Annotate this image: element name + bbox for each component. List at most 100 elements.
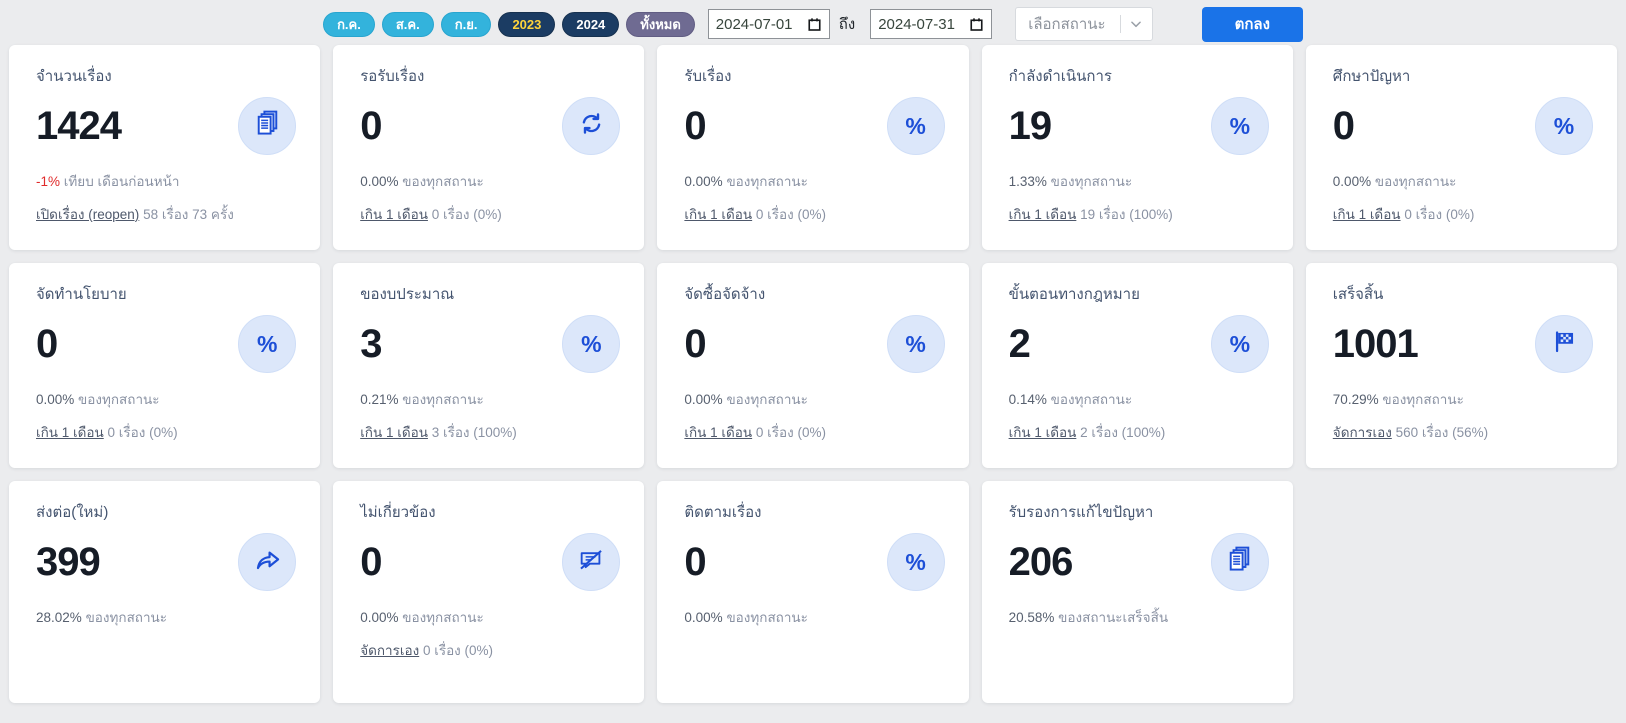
documents-icon	[252, 108, 283, 144]
card-sub-label: ของทุกสถานะ	[85, 610, 168, 625]
card-link-line: เกิน 1 เดือน 19 เรื่อง (100%)	[1009, 203, 1269, 225]
card-sub-label: ของทุกสถานะ	[402, 610, 484, 625]
card-icon-circle: %	[886, 97, 945, 155]
submit-button[interactable]: ตกลง	[1201, 6, 1303, 42]
date-to-input[interactable]: 2024-07-31	[870, 9, 993, 39]
card-value: 0	[36, 322, 58, 366]
card-value: 0	[360, 540, 382, 584]
card-sub-label: ของทุกสถานะ	[1050, 392, 1133, 407]
card-link[interactable]: เกิน 1 เดือน	[360, 425, 428, 440]
percent-icon: %	[1229, 330, 1251, 357]
card-link-line: เปิดเรื่อง (reopen) 58 เรื่อง 73 ครั้ง	[36, 203, 296, 225]
stat-card: รับรองการแก้ไขปัญหา 206 20.58% ของสถานะเ…	[981, 481, 1293, 703]
card-sub-label: ของทุกสถานะ	[1374, 174, 1457, 189]
card-link-line: เกิน 1 เดือน 0 เรื่อง (0%)	[36, 421, 296, 443]
chevron-down-icon	[1129, 17, 1143, 31]
card-subtext-line: 70.29% ของทุกสถานะ	[1333, 388, 1593, 410]
checkered-flag-icon	[1551, 328, 1578, 360]
card-sub-percent: 0.00%	[360, 610, 399, 625]
card-main-row: 0	[360, 97, 621, 155]
card-title: รอรับเรื่อง	[360, 68, 425, 85]
percent-icon: %	[256, 330, 278, 357]
card-sub-percent: 20.58%	[1008, 610, 1055, 625]
card-icon-circle	[1210, 533, 1269, 591]
stat-card: เสร็จสิ้น 1001 70.29% ของทุกสถานะ จัดการ…	[1305, 263, 1617, 468]
card-link[interactable]: เกิน 1 เดือน	[684, 425, 752, 440]
card-sub-label: ของทุกสถานะ	[402, 174, 484, 189]
card-value: 3	[360, 322, 382, 366]
card-main-row: 0 %	[684, 97, 945, 155]
card-link-suffix: 0 เรื่อง (0%)	[1404, 207, 1475, 222]
card-link[interactable]: เกิน 1 เดือน	[360, 207, 428, 222]
stat-card: ขั้นตอนทางกฎหมาย 2 % 0.14% ของทุกสถานะ เ…	[981, 263, 1293, 468]
card-link-suffix: 0 เรื่อง (0%)	[107, 425, 178, 440]
status-select[interactable]: เลือกสถานะ	[1015, 7, 1153, 41]
card-link-line: จัดการเอง 560 เรื่อง (56%)	[1333, 421, 1593, 443]
card-subtext-line: 0.00% ของทุกสถานะ	[684, 388, 944, 410]
card-value: 2	[1008, 322, 1031, 366]
card-link[interactable]: เกิน 1 เดือน	[1009, 425, 1077, 440]
card-sub-percent: 0.00%	[1332, 174, 1372, 189]
year-pill-2023[interactable]: 2023	[498, 11, 556, 37]
stat-card: ศึกษาปัญหา 0 % 0.00% ของทุกสถานะ เกิน 1 …	[1305, 45, 1617, 250]
card-icon-circle	[1535, 315, 1593, 373]
card-main-row: 0 %	[684, 315, 945, 373]
card-subtext-line: 20.58% ของสถานะเสร็จสิ้น	[1009, 606, 1269, 628]
card-sub-label: เทียบ เดือนก่อนหน้า	[63, 174, 180, 189]
card-main-row: 0 %	[36, 315, 297, 373]
calendar-icon[interactable]	[969, 17, 984, 32]
card-title: ศึกษาปัญหา	[1332, 68, 1411, 85]
date-from-input[interactable]: 2024-07-01	[707, 9, 830, 39]
card-sub-label: ของทุกสถานะ	[726, 174, 808, 189]
calendar-icon[interactable]	[807, 17, 822, 32]
card-main-row: 19 %	[1009, 97, 1269, 155]
card-sub-percent: 70.29%	[1332, 392, 1379, 407]
card-link[interactable]: เกิน 1 เดือน	[1009, 207, 1077, 222]
card-link-line: เกิน 1 เดือน 0 เรื่อง (0%)	[684, 203, 944, 225]
card-icon-circle	[238, 533, 297, 591]
month-pill-aug[interactable]: ส.ค.	[381, 11, 434, 37]
card-value: 0	[684, 540, 706, 584]
card-link[interactable]: จัดการเอง	[360, 643, 419, 658]
card-value: 1424	[36, 104, 122, 148]
year-pill-2024[interactable]: 2024	[562, 11, 620, 37]
card-sub-label: ของทุกสถานะ	[1382, 392, 1464, 407]
card-link-suffix: 0 เรื่อง (0%)	[755, 207, 826, 222]
card-link[interactable]: เกิน 1 เดือน	[36, 425, 104, 440]
card-link-line: เกิน 1 เดือน 0 เรื่อง (0%)	[360, 203, 620, 225]
card-link[interactable]: จัดการเอง	[1333, 425, 1392, 440]
month-pill-jul[interactable]: ก.ค.	[323, 11, 375, 37]
card-title: เสร็จสิ้น	[1332, 286, 1384, 303]
card-main-row: 3 %	[360, 315, 621, 373]
stat-card: ส่งต่อ(ใหม่) 399 28.02% ของทุกสถานะ	[9, 481, 321, 703]
card-link[interactable]: เกิน 1 เดือน	[1333, 207, 1401, 222]
card-link-suffix: 58 เรื่อง 73 ครั้ง	[143, 207, 234, 222]
card-main-row: 399	[36, 533, 297, 591]
forward-arrow-icon	[252, 544, 283, 580]
date-range-to-label: ถึง	[838, 16, 856, 33]
card-value: 1001	[1332, 322, 1419, 366]
card-subtext-line: 1.33% ของทุกสถานะ	[1009, 170, 1269, 192]
card-main-row: 0 %	[1333, 97, 1593, 155]
card-sub-percent: 0.00%	[36, 392, 75, 407]
percent-icon: %	[905, 548, 926, 575]
stat-card: จัดทำนโยบาย 0 % 0.00% ของทุกสถานะ เกิน 1…	[9, 263, 321, 468]
card-icon-circle	[562, 533, 621, 591]
card-link-suffix: 560 เรื่อง (56%)	[1395, 425, 1489, 440]
card-link-line: เกิน 1 เดือน 0 เรื่อง (0%)	[684, 421, 944, 443]
month-pill-sep[interactable]: ก.ย.	[440, 11, 492, 37]
stat-card-grid: จำนวนเรื่อง 1424 -1% เทียบ เดือนก่อนหน้า…	[0, 44, 1626, 703]
card-subtext-line: 0.00% ของทุกสถานะ	[360, 606, 620, 628]
card-subtext-line: 0.00% ของทุกสถานะ	[684, 170, 944, 192]
card-link-suffix: 19 เรื่อง (100%)	[1080, 207, 1173, 222]
card-subtext-line: 0.00% ของทุกสถานะ	[360, 170, 620, 192]
card-link-line: จัดการเอง 0 เรื่อง (0%)	[360, 639, 620, 661]
card-link[interactable]: เกิน 1 เดือน	[684, 207, 752, 222]
card-title: ไม่เกี่ยวข้อง	[360, 504, 436, 521]
card-link-suffix: 3 เรื่อง (100%)	[431, 425, 517, 440]
card-link[interactable]: เปิดเรื่อง (reopen)	[36, 207, 139, 222]
all-filter-pill[interactable]: ทั้งหมด	[626, 11, 695, 37]
card-subtext-line: 0.00% ของทุกสถานะ	[684, 606, 944, 628]
stat-card: จัดซื้อจัดจ้าง 0 % 0.00% ของทุกสถานะ เกิ…	[657, 263, 969, 468]
card-value: 206	[1008, 540, 1074, 584]
